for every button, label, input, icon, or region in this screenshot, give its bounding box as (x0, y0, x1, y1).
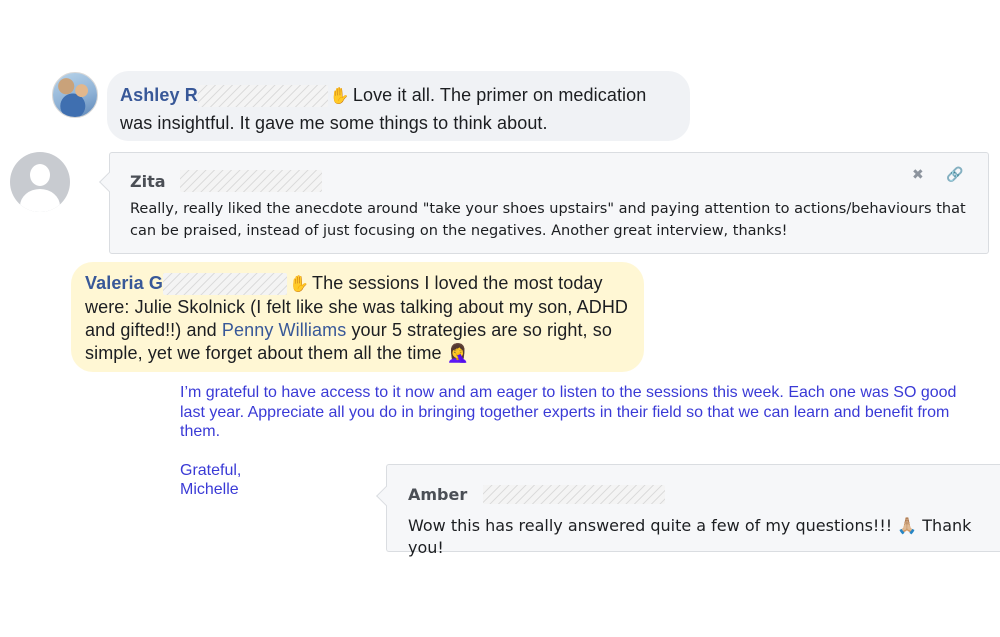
card-pointer (99, 172, 119, 192)
zita-surname-redaction (179, 170, 322, 192)
penny-williams-mention-link[interactable]: Penny Williams (222, 320, 346, 340)
amber-author-name[interactable]: Amber (408, 485, 467, 504)
praying-hands-emoji: 🙏🏼 (897, 516, 918, 535)
amber-surname-redaction (483, 485, 666, 504)
link-icon[interactable]: 🔗 (946, 167, 963, 183)
close-icon[interactable]: ✖ (912, 167, 924, 183)
zita-author-name[interactable]: Zita (130, 172, 166, 191)
amber-comment-card: Amber Wow this has really answered quite… (376, 464, 1000, 557)
ashley-comment-bubble: Ashley R ✋ Love it all. The primer on medi… (107, 71, 690, 141)
zita-comment-card: Zita ✖ 🔗 Really, really liked the anecdo… (99, 152, 989, 254)
waving-hand-icon: ✋ (288, 276, 309, 293)
valeria-author-name[interactable]: Valeria G (85, 273, 163, 293)
ashley-author-name[interactable]: Ashley R (120, 85, 198, 105)
avatar-body-shape (20, 189, 60, 212)
ashley-surname-redaction (197, 85, 328, 108)
waving-hand-icon: ✋ (329, 88, 350, 105)
avatar-head-shape (30, 164, 50, 186)
zita-comment-text: Really, really liked the anecdote around… (130, 201, 966, 239)
amber-comment-header: Amber (408, 485, 666, 504)
amber-comment-text: Wow this has really answered quite a few… (408, 516, 893, 535)
email-body-text: I’m grateful to have access to it now an… (180, 384, 957, 440)
facepalm-emoji: 🤦‍♀️ (446, 343, 470, 364)
valeria-surname-redaction (162, 273, 287, 296)
zita-avatar[interactable] (10, 152, 70, 212)
amber-comment-text-line: Wow this has really answered quite a few… (408, 515, 1000, 559)
valeria-comment-bubble: Valeria G ✋ The sessions I loved the most … (71, 262, 644, 372)
ashley-avatar[interactable] (52, 72, 98, 118)
zita-comment-header: Zita (130, 170, 322, 192)
